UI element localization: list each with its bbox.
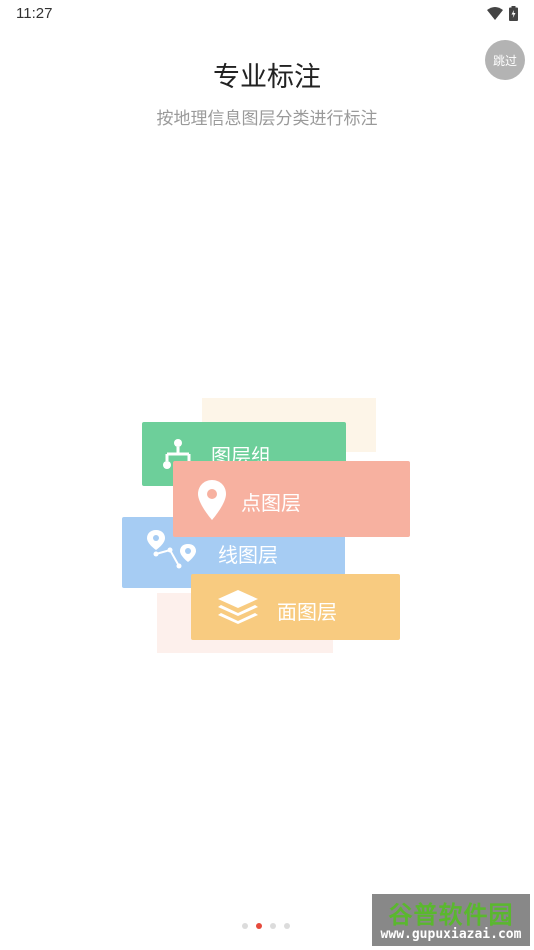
- location-pin-icon: [198, 480, 226, 520]
- polygon-layer-label: 面图层: [277, 600, 337, 624]
- point-layer-label: 点图层: [241, 491, 301, 515]
- stack-layers-icon: [218, 590, 258, 624]
- page-indicator: [242, 923, 290, 929]
- point-layer-card: 点图层: [173, 461, 410, 537]
- polygon-layer-card: 面图层: [191, 574, 400, 640]
- page-dot[interactable]: [284, 923, 290, 929]
- page-dot[interactable]: [270, 923, 276, 929]
- layers-illustration: 图层组 线图层 点图层 面图层: [0, 0, 534, 950]
- line-layer-label: 线图层: [218, 543, 278, 567]
- watermark-url: www.gupuxiazai.com: [380, 927, 522, 942]
- page-dot-active[interactable]: [256, 923, 262, 929]
- watermark: 谷普软件园 www.gupuxiazai.com: [372, 894, 530, 946]
- watermark-logo: 谷普软件园: [388, 901, 514, 929]
- page-dot[interactable]: [242, 923, 248, 929]
